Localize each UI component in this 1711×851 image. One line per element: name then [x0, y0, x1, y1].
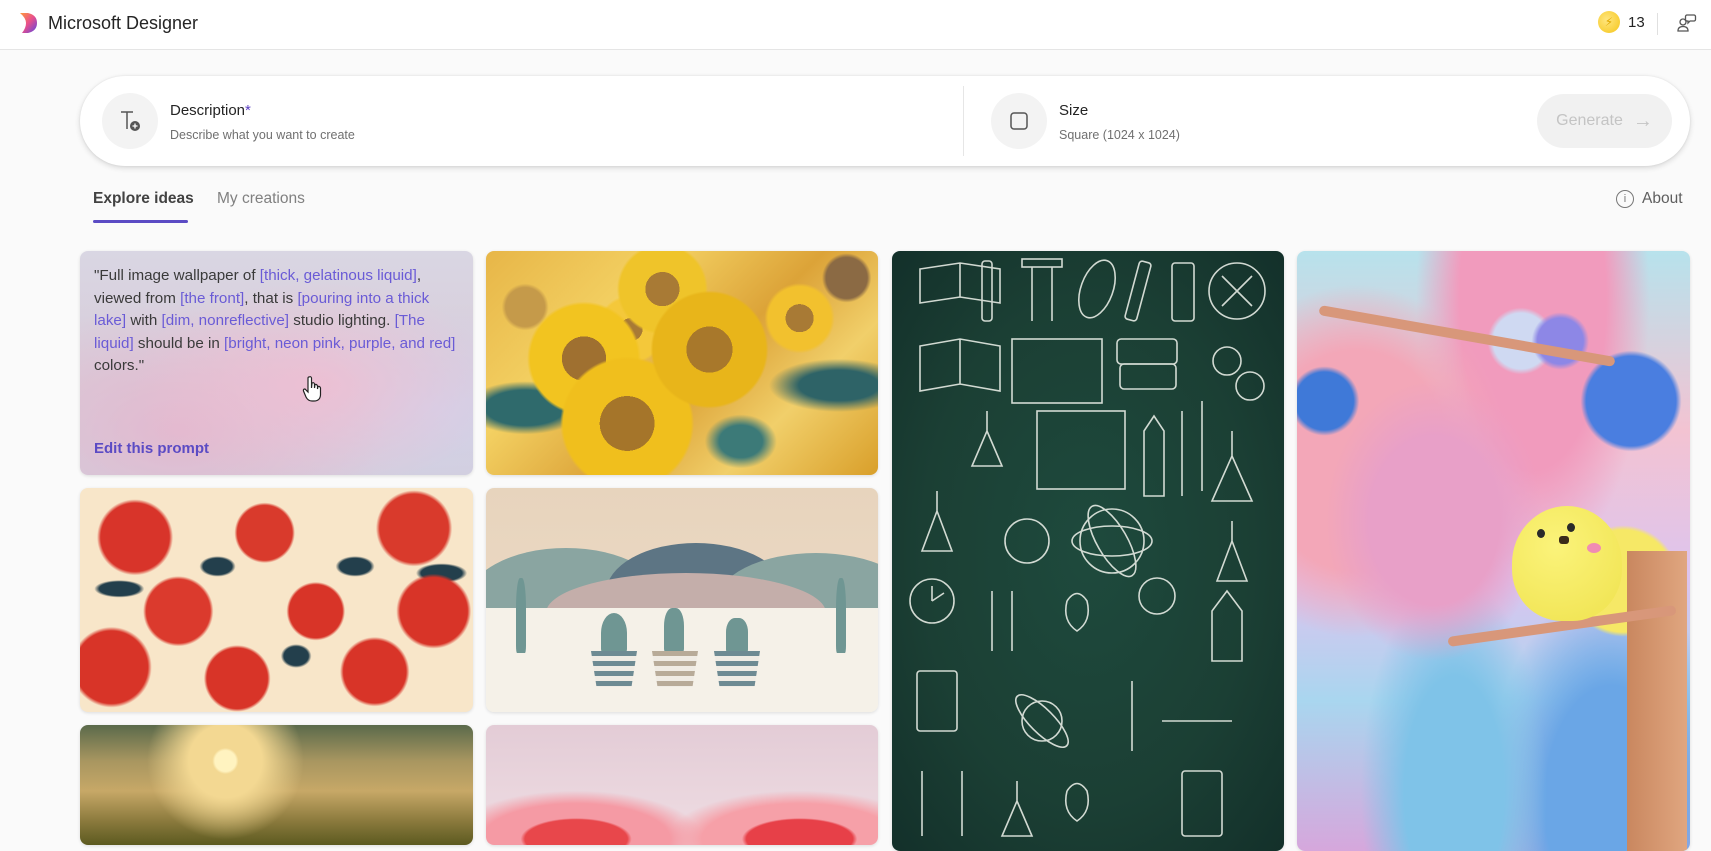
flower-pot	[714, 651, 760, 687]
flower-pot	[652, 651, 698, 687]
about-button[interactable]: i About	[1616, 190, 1683, 208]
description-input[interactable]: Describe what you want to create	[170, 128, 355, 142]
cactus	[726, 618, 748, 653]
size-field-icon[interactable]	[991, 93, 1047, 149]
prompt-placeholder-segment[interactable]: [the front]	[180, 290, 244, 307]
prompt-text-segment: studio lighting.	[289, 312, 395, 329]
designer-logo-icon[interactable]	[18, 12, 38, 34]
prompt-text-segment: with	[126, 312, 162, 329]
prompt-text-segment: colors."	[94, 357, 145, 374]
description-label-text: Description	[170, 102, 246, 119]
prompt-idea-card[interactable]: "Full image wallpaper of [thick, gelatin…	[80, 251, 473, 475]
bird-beak	[1559, 536, 1569, 544]
tab-explore-ideas[interactable]: Explore ideas	[93, 190, 194, 208]
header-divider	[1657, 13, 1658, 35]
idea-image-pink-trees[interactable]	[486, 725, 878, 845]
tree-branch	[1318, 305, 1616, 367]
idea-image-apple-pattern[interactable]	[80, 488, 473, 712]
info-icon: i	[1616, 190, 1634, 208]
arrow-right-icon: →	[1632, 109, 1653, 132]
prompt-text-segment: , that is	[244, 289, 298, 307]
bird-body	[1512, 506, 1622, 621]
prompt-bar: Description* Describe what you want to c…	[80, 76, 1690, 166]
active-tab-indicator	[93, 220, 188, 223]
size-label[interactable]: Size	[1059, 102, 1088, 119]
people-chat-icon[interactable]	[1675, 12, 1697, 34]
idea-image-yellow-bird[interactable]	[1297, 251, 1690, 851]
prompt-text: "Full image wallpaper of [thick, gelatin…	[94, 265, 464, 378]
generate-button[interactable]: Generate →	[1537, 94, 1672, 148]
idea-image-chalkboard-science[interactable]	[892, 251, 1284, 851]
chalk-doodles	[909, 258, 1266, 837]
required-mark: *	[245, 102, 251, 119]
app-title: Microsoft Designer	[48, 13, 199, 33]
generate-label: Generate	[1556, 112, 1623, 129]
credit-count: 13	[1628, 13, 1645, 31]
cactus	[601, 613, 627, 653]
description-label[interactable]: Description*	[170, 102, 251, 119]
square-icon	[1010, 112, 1028, 130]
prompt-placeholder-segment[interactable]: [bright, neon pink, purple, and red]	[224, 335, 455, 352]
tree-trunk	[1627, 551, 1687, 851]
cactus	[836, 578, 846, 653]
idea-image-sunset-field[interactable]	[80, 725, 473, 845]
prompt-placeholder-segment[interactable]: [thick, gelatinous liquid]	[260, 267, 417, 284]
flower-pot	[591, 651, 637, 687]
hand-cursor-icon	[302, 376, 322, 402]
prompt-bar-divider	[963, 86, 964, 156]
bird-eye	[1567, 523, 1575, 532]
boost-coin-icon: ⚡	[1598, 11, 1620, 33]
about-label: About	[1642, 190, 1683, 207]
size-value[interactable]: Square (1024 x 1024)	[1059, 128, 1180, 142]
description-field-icon[interactable]	[102, 93, 158, 149]
cactus	[516, 578, 526, 653]
idea-image-sunflowers[interactable]	[486, 251, 878, 475]
bird-cheek	[1587, 543, 1601, 553]
boost-credits[interactable]: ⚡ 13	[1598, 11, 1645, 33]
tab-my-creations[interactable]: My creations	[217, 190, 305, 208]
cactus	[664, 608, 684, 653]
prompt-text-segment: should be in	[133, 334, 225, 352]
top-bar: Microsoft Designer ⚡ 13	[0, 0, 1711, 50]
idea-image-cactus-landscape[interactable]	[486, 488, 878, 712]
text-add-icon	[121, 111, 140, 131]
bird-eye	[1537, 529, 1545, 538]
edit-prompt-link[interactable]: Edit this prompt	[94, 440, 209, 457]
prompt-placeholder-segment[interactable]: [dim, nonreflective]	[162, 312, 289, 329]
prompt-text-segment: "Full image wallpaper of	[94, 267, 260, 284]
